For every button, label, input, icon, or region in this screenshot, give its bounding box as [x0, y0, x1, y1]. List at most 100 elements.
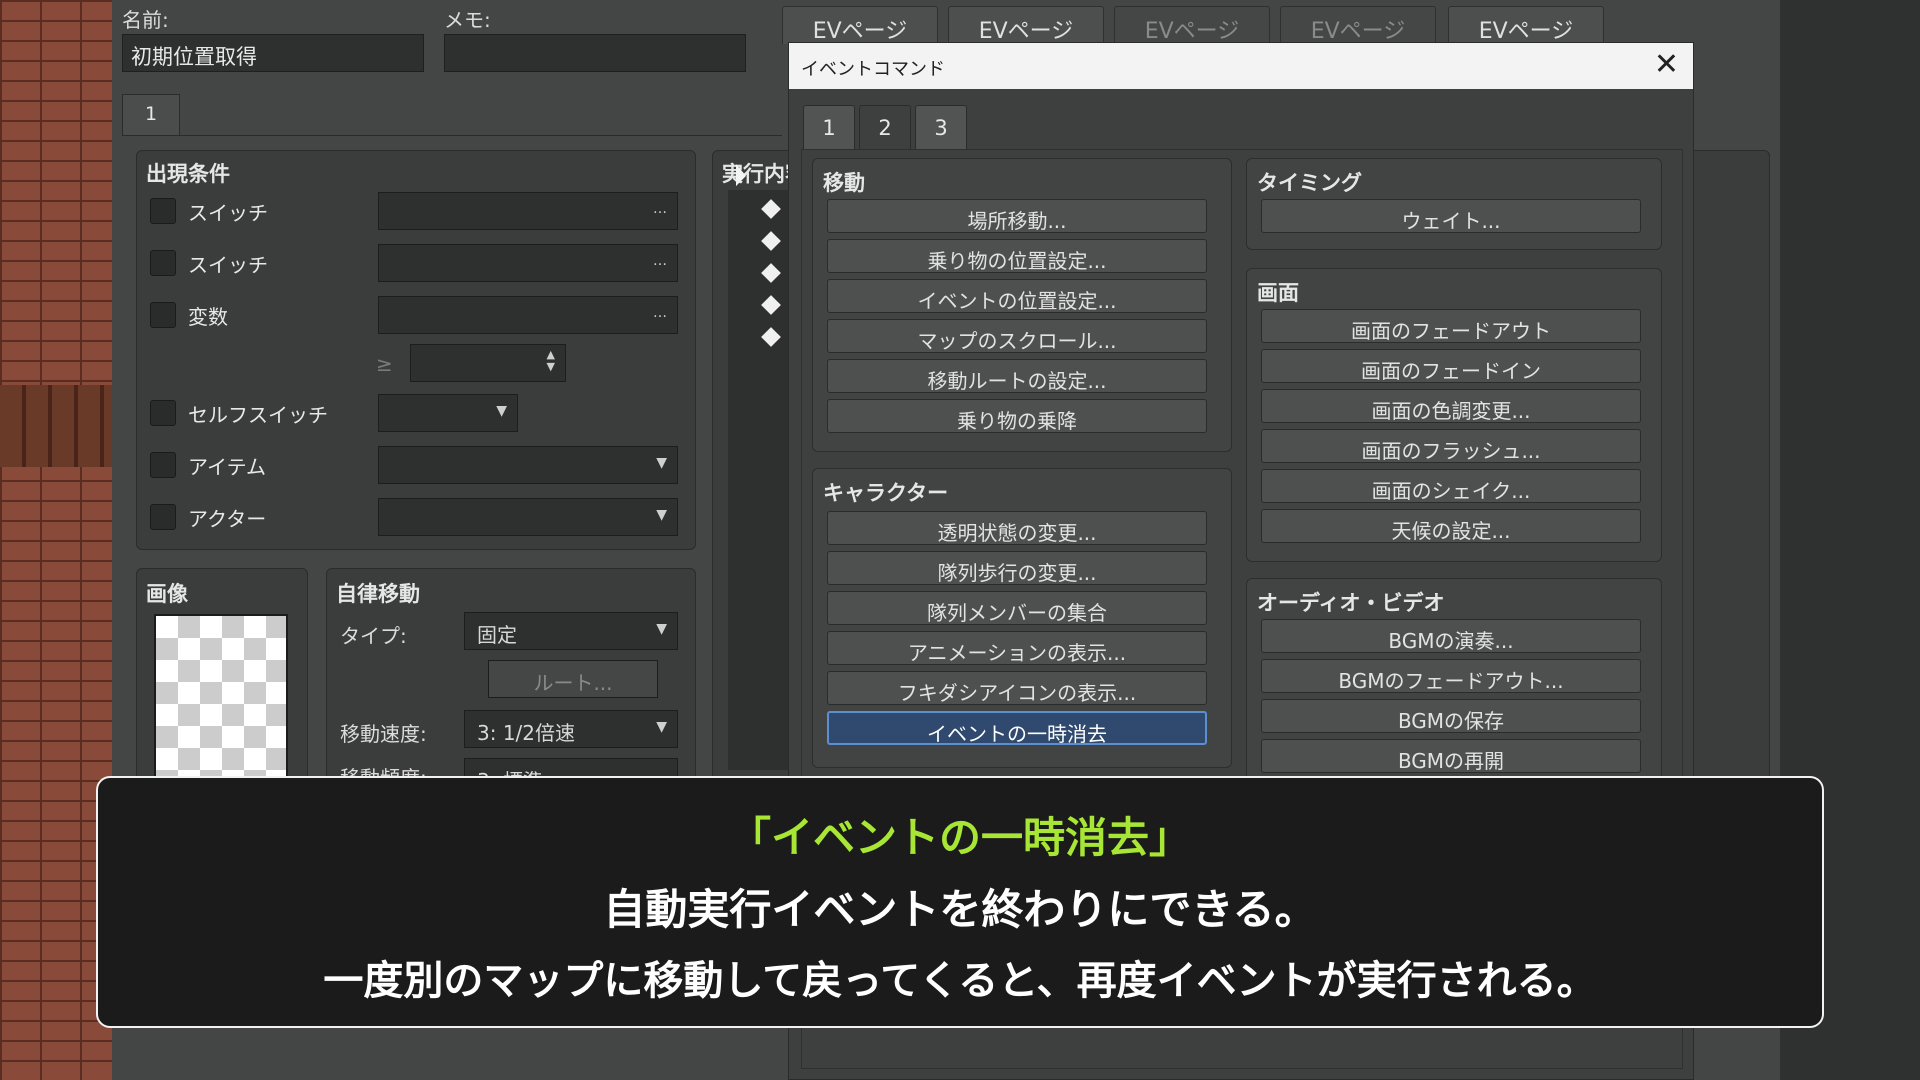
item-label: アイテム — [188, 454, 266, 479]
route-button[interactable]: ルート... — [488, 660, 658, 698]
cmd-fadeout-screen[interactable]: 画面のフェードアウト — [1261, 309, 1641, 343]
chevron-down-icon: ▼ — [656, 455, 667, 471]
screen-group: 画面 画面のフェードアウト 画面のフェードイン 画面の色調変更... 画面のフラ… — [1246, 268, 1662, 562]
name-input[interactable]: 初期位置取得 — [122, 34, 424, 72]
ev-page-tab-5[interactable]: EVページ — [1448, 6, 1604, 44]
self-switch-label: セルフスイッチ — [188, 402, 328, 427]
switch1-label: スイッチ — [188, 200, 268, 225]
ellipsis-icon: … — [653, 201, 667, 217]
self-switch-dropdown[interactable]: ▼ — [378, 394, 518, 432]
cmd-show-animation[interactable]: アニメーションの表示... — [827, 631, 1207, 665]
switch1-selector[interactable]: … — [378, 192, 678, 230]
movement-group: 移動 場所移動... 乗り物の位置設定... イベントの位置設定... マップの… — [812, 158, 1232, 452]
conditions-title: 出現条件 — [146, 162, 230, 186]
timing-group: タイミング ウェイト... — [1246, 158, 1662, 250]
exec-contents-list[interactable] — [728, 190, 788, 770]
dialog-titlebar: イベントコマンド — [789, 43, 1693, 89]
chevron-down-icon: ▼ — [656, 621, 667, 637]
move-speed-dropdown[interactable]: 3: 1/2倍速 ▼ — [464, 710, 678, 748]
switch1-row[interactable]: スイッチ — [150, 196, 268, 226]
cmd-save-bgm[interactable]: BGMの保存 — [1261, 699, 1641, 733]
actor-dropdown[interactable]: ▼ — [378, 498, 678, 536]
tab-divider — [122, 135, 782, 136]
character-title: キャラクター — [823, 481, 949, 505]
cmd-fadeout-bgm[interactable]: BGMのフェードアウト... — [1261, 659, 1641, 693]
cmd-change-player-followers[interactable]: 隊列歩行の変更... — [827, 551, 1207, 585]
item-checkbox[interactable] — [150, 452, 176, 478]
mouse-cursor-icon — [736, 164, 746, 190]
auto-move-title: 自律移動 — [336, 582, 420, 606]
dialog-title: イベントコマンド — [801, 59, 945, 80]
actor-label: アクター — [188, 506, 267, 531]
move-type-value: 固定 — [477, 623, 517, 647]
spinner-arrows-icon[interactable]: ▲ ▼ — [547, 349, 555, 373]
dialog-tab-1[interactable]: 1 — [803, 105, 855, 149]
cmd-wait[interactable]: ウェイト... — [1261, 199, 1641, 233]
subtitle-line-2: 自動実行イベントを終わりにできる。 — [603, 885, 1317, 934]
ev-page-tab-3[interactable]: EVページ — [1114, 6, 1270, 44]
cmd-set-event-location[interactable]: イベントの位置設定... — [827, 279, 1207, 313]
chevron-down-icon: ▼ — [496, 403, 507, 419]
cmd-change-transparency[interactable]: 透明状態の変更... — [827, 511, 1207, 545]
self-switch-row[interactable]: セルフスイッチ — [150, 398, 328, 428]
switch2-checkbox[interactable] — [150, 250, 176, 276]
actor-row[interactable]: アクター — [150, 502, 266, 532]
switch1-checkbox[interactable] — [150, 198, 176, 224]
audio-video-title: オーディオ・ビデオ — [1257, 591, 1445, 615]
exec-contents-title: 実行内容 — [722, 162, 790, 186]
dialog-tab-3[interactable]: 3 — [915, 105, 967, 149]
page-tab-1[interactable]: 1 — [122, 94, 180, 136]
memo-label: メモ: — [444, 8, 491, 32]
ellipsis-icon: … — [653, 253, 667, 269]
cmd-set-movement-route[interactable]: 移動ルートの設定... — [827, 359, 1207, 393]
character-group: キャラクター 透明状態の変更... 隊列歩行の変更... 隊列メンバーの集合 ア… — [812, 468, 1232, 768]
variable-selector[interactable]: … — [378, 296, 678, 334]
cmd-set-vehicle-location[interactable]: 乗り物の位置設定... — [827, 239, 1207, 273]
ge-symbol: ≥ — [376, 352, 393, 376]
item-row[interactable]: アイテム — [150, 450, 266, 480]
variable-row[interactable]: 変数 — [150, 300, 228, 330]
switch2-row[interactable]: スイッチ — [150, 248, 268, 278]
move-speed-value: 3: 1/2倍速 — [477, 721, 576, 745]
cmd-show-balloon-icon[interactable]: フキダシアイコンの表示... — [827, 671, 1207, 705]
chevron-down-icon: ▼ — [656, 507, 667, 523]
cmd-shake-screen[interactable]: 画面のシェイク... — [1261, 469, 1641, 503]
timing-title: タイミング — [1257, 171, 1362, 195]
cmd-get-on-off-vehicle[interactable]: 乗り物の乗降 — [827, 399, 1207, 433]
event-image-preview[interactable] — [154, 614, 288, 778]
close-icon[interactable]: ✕ — [1654, 47, 1679, 82]
cmd-erase-event[interactable]: イベントの一時消去 — [827, 711, 1207, 746]
move-speed-label: 移動速度: — [340, 722, 427, 746]
self-switch-checkbox[interactable] — [150, 400, 176, 426]
variable-label: 変数 — [188, 304, 228, 329]
actor-checkbox[interactable] — [150, 504, 176, 530]
item-dropdown[interactable]: ▼ — [378, 446, 678, 484]
cmd-tint-screen[interactable]: 画面の色調変更... — [1261, 389, 1641, 423]
chevron-down-icon: ▼ — [656, 719, 667, 735]
ev-page-tab-1[interactable]: EVページ — [782, 6, 938, 44]
subtitle-caption-box: 「イベントの一時消去」 自動実行イベントを終わりにできる。 一度別のマップに移動… — [96, 776, 1824, 1028]
cmd-scroll-map[interactable]: マップのスクロール... — [827, 319, 1207, 353]
move-type-dropdown[interactable]: 固定 ▼ — [464, 612, 678, 650]
switch2-label: スイッチ — [188, 252, 268, 277]
cmd-play-bgm[interactable]: BGMの演奏... — [1261, 619, 1641, 653]
image-title: 画像 — [146, 582, 188, 606]
cmd-fadein-screen[interactable]: 画面のフェードイン — [1261, 349, 1641, 383]
variable-checkbox[interactable] — [150, 302, 176, 328]
memo-input[interactable] — [444, 34, 746, 72]
dialog-tab-2[interactable]: 2 — [859, 105, 911, 149]
switch2-selector[interactable]: … — [378, 244, 678, 282]
subtitle-heading: 「イベントの一時消去」 — [728, 813, 1191, 862]
variable-value-spinner[interactable]: ▲ ▼ — [410, 344, 566, 382]
ev-page-tab-4[interactable]: EVページ — [1280, 6, 1436, 44]
ellipsis-icon: … — [653, 305, 667, 321]
cmd-transfer-player[interactable]: 場所移動... — [827, 199, 1207, 233]
name-label: 名前: — [122, 8, 169, 32]
cmd-flash-screen[interactable]: 画面のフラッシュ... — [1261, 429, 1641, 463]
move-type-label: タイプ: — [340, 624, 407, 648]
screen-title: 画面 — [1257, 281, 1299, 305]
cmd-resume-bgm[interactable]: BGMの再開 — [1261, 739, 1641, 773]
ev-page-tab-2[interactable]: EVページ — [948, 6, 1104, 44]
cmd-set-weather[interactable]: 天候の設定... — [1261, 509, 1641, 543]
cmd-gather-followers[interactable]: 隊列メンバーの集合 — [827, 591, 1207, 625]
